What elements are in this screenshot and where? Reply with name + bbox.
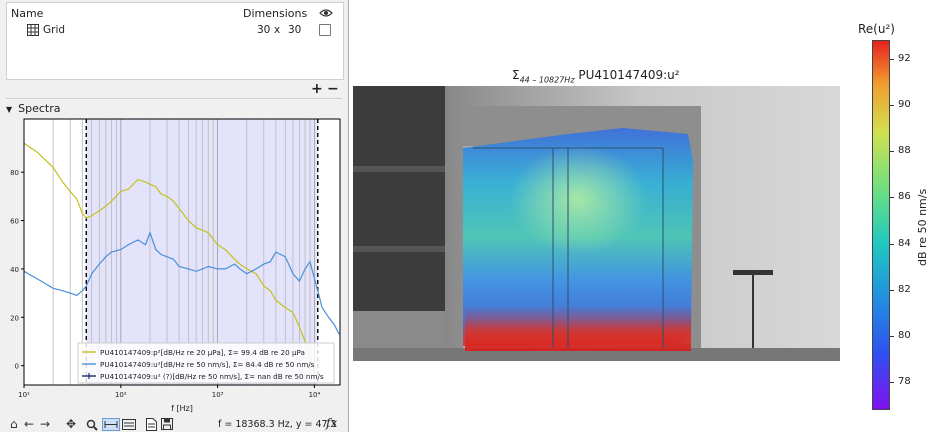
- x-tick-label: 10⁴: [309, 391, 321, 399]
- x-axis-label: f [Hz]: [171, 404, 193, 413]
- x-tick-label: 10¹: [18, 391, 30, 399]
- colorbar-tick-label: 92: [898, 52, 911, 64]
- back-icon[interactable]: ←: [24, 417, 34, 431]
- colorbar-tick-mark: [890, 58, 894, 60]
- y-tick-label: 40: [10, 266, 19, 274]
- colorbar-title: Re(u²): [858, 22, 895, 36]
- layers-table: Name Dimensions Grid 30 x 30: [6, 2, 344, 80]
- grid-icon: [27, 24, 39, 36]
- colorbar-tick-mark: [890, 336, 894, 337]
- heatmap-title: Σ44 – 10827Hz PU410147409:u²: [512, 68, 680, 84]
- acoustic-heatmap-image[interactable]: [353, 86, 840, 361]
- x-tick-label: 10²: [115, 391, 127, 399]
- colorbar-tick-label: 86: [898, 191, 911, 203]
- y-tick-label: 60: [10, 218, 19, 226]
- colorbar-tick-mark: [890, 151, 894, 152]
- left-panel: Name Dimensions Grid 30 x 30 + − ▼ Spectr…: [0, 0, 348, 432]
- column-header-name[interactable]: Name: [11, 7, 43, 20]
- y-tick-label: 0: [15, 363, 19, 371]
- add-button[interactable]: +: [311, 82, 323, 96]
- colorbar-tick-label: 90: [898, 98, 911, 110]
- home-icon[interactable]: ⌂: [10, 417, 18, 431]
- row-dim-y: 30: [288, 24, 302, 36]
- y-tick-label: 80: [10, 169, 19, 177]
- colorbar-tick-mark: [890, 289, 894, 291]
- pan-icon[interactable]: ✥: [66, 417, 76, 431]
- colorbar-tick-mark: [890, 243, 894, 245]
- row-dim-x: 30: [257, 24, 271, 36]
- cursor-status: f = 18368.3 Hz, y = 47.3: [218, 419, 337, 430]
- colorbar-tick-mark: [890, 382, 894, 384]
- eye-icon[interactable]: [319, 8, 333, 18]
- legend-entry-2: PU410147409:u²[dB/Hz re 50 nm/s], Σ= 84.…: [100, 360, 315, 369]
- colorbar-tick-label: 84: [898, 237, 911, 249]
- row-name: Grid: [43, 24, 66, 36]
- colorbar-tick-label: 78: [898, 376, 911, 388]
- configure-icon[interactable]: [122, 419, 136, 430]
- colorbar-tick-label: 82: [898, 283, 911, 295]
- title-band: 44 – 10827Hz: [519, 75, 575, 85]
- title-quantity: PU410147409:u²: [578, 68, 680, 82]
- spectra-chart[interactable]: 0 20 40 60 80 10¹ 10² 10³ 10⁴ f [Hz] PU410147409:p…: [0, 114, 348, 414]
- column-header-dimensions[interactable]: Dimensions: [243, 7, 307, 20]
- zoom-icon[interactable]: [86, 419, 98, 431]
- save-icon[interactable]: [161, 418, 173, 430]
- remove-button[interactable]: −: [327, 82, 339, 96]
- colorbar-tick-label: 80: [898, 330, 911, 341]
- divider: [6, 98, 342, 99]
- colorbar-tick-mark: [890, 104, 894, 106]
- x-tick-label: 10³: [212, 391, 224, 399]
- fx-button[interactable]: fx: [326, 416, 337, 430]
- span-select-icon[interactable]: [102, 418, 120, 431]
- collapse-triangle-icon[interactable]: ▼: [6, 105, 12, 114]
- colorbar-tick-label: 88: [898, 145, 911, 156]
- colorbar-label: dB re 50 nm/s: [916, 188, 929, 266]
- legend-entry-3: PU410147409:u² (?)[dB/Hz re 50 nm/s], Σ=…: [100, 372, 324, 381]
- visibility-checkbox[interactable]: [319, 24, 331, 36]
- forward-icon[interactable]: →: [40, 417, 50, 431]
- panel-border: [348, 0, 349, 432]
- legend-entry-1: PU410147409:p²[dB/Hz re 20 µPa], Σ= 99.4…: [100, 348, 305, 357]
- colorbar: [872, 40, 890, 410]
- document-icon[interactable]: [146, 418, 157, 431]
- table-row[interactable]: Grid 30 x 30: [7, 21, 343, 39]
- title-sigma: Σ: [512, 68, 520, 82]
- row-dim-sep: x: [274, 24, 281, 36]
- colorbar-tick-mark: [890, 197, 894, 199]
- y-tick-label: 20: [10, 314, 19, 322]
